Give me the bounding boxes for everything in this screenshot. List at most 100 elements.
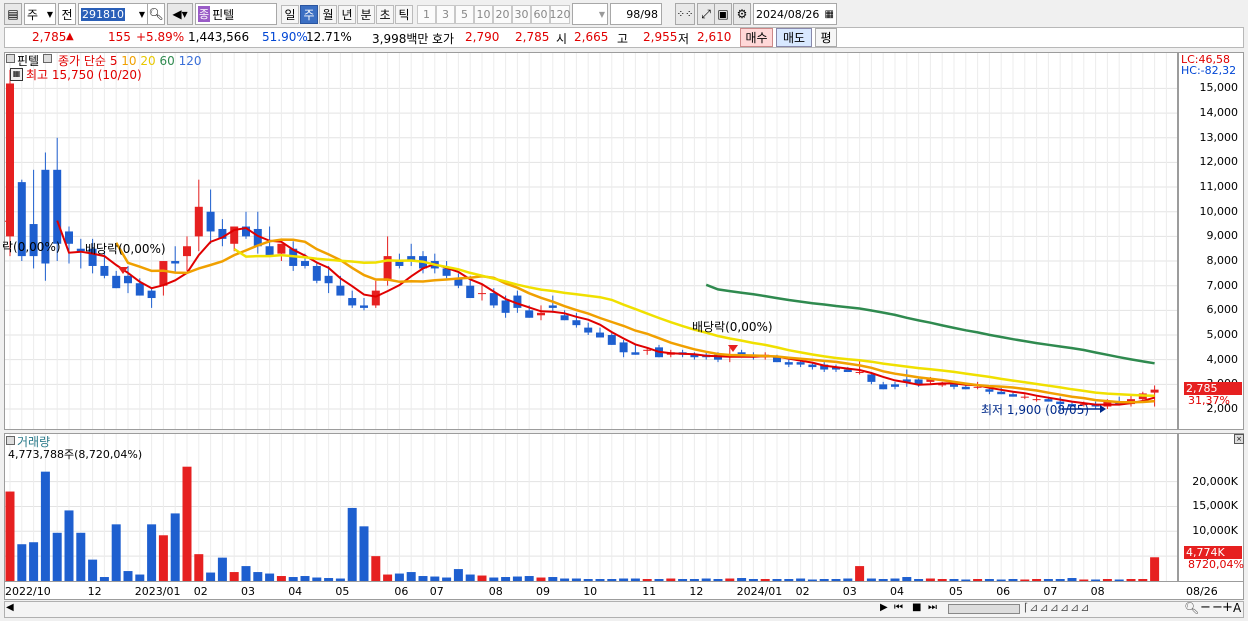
x-axis-label: 12 <box>87 585 102 598</box>
price-y-tick: 5,000 <box>1206 328 1239 342</box>
x-axis-label: 03 <box>241 585 255 598</box>
volume-bar <box>772 579 782 581</box>
scroll-right-icon[interactable]: ▶ <box>880 602 888 613</box>
candle-body <box>631 352 640 355</box>
volume-bar <box>147 524 157 581</box>
candle-body <box>466 285 475 299</box>
volume-bar <box>229 572 239 581</box>
candle-body <box>560 315 569 321</box>
x-axis-label: 07 <box>429 585 444 598</box>
candle-body <box>124 275 132 284</box>
volume-bar <box>973 579 983 581</box>
volume-bar <box>123 571 133 581</box>
candle-body <box>147 290 156 299</box>
volume-bar <box>961 579 971 581</box>
volume-y-tick: 10,000K <box>1192 524 1238 538</box>
volume-bar <box>1055 579 1065 581</box>
volume-bar <box>335 578 345 581</box>
volume-value-note: 4,773,788주(8,720,04%) <box>8 448 143 461</box>
candle-body <box>324 275 333 284</box>
minus-icon[interactable]: − <box>1200 600 1211 615</box>
volume-bar <box>170 513 180 581</box>
volume-bar <box>725 578 735 581</box>
x-axis-label: 03 <box>842 585 857 598</box>
volume-bar <box>619 578 629 581</box>
price-y-tick: 11,000 <box>1199 180 1239 194</box>
volume-bar <box>501 577 511 581</box>
volume-bar <box>784 579 794 581</box>
price-y-tick: 10,000 <box>1199 204 1239 218</box>
x-axis-label: 08 <box>488 585 503 598</box>
candle-body <box>784 362 793 365</box>
volume-bar <box>878 579 888 581</box>
volume-bar <box>76 532 86 581</box>
candle-body <box>537 312 545 316</box>
volume-bar <box>607 579 617 581</box>
volume-bar <box>949 579 959 581</box>
calendar-toggle-icon[interactable]: ▦ <box>10 68 23 81</box>
volume-bar <box>17 544 27 581</box>
candle-body <box>973 386 982 388</box>
volume-bar <box>701 578 711 581</box>
candles <box>6 69 1159 412</box>
panel-collapse-icon[interactable] <box>6 54 15 63</box>
price-y-tick: 13,000 <box>1199 130 1239 144</box>
candle-body <box>1020 396 1029 398</box>
volume-bar <box>406 572 416 581</box>
ma-settings-icon[interactable] <box>43 54 52 63</box>
x-axis-label: 10 <box>583 585 598 598</box>
x-axis-label: 12 <box>689 585 704 598</box>
volume-bar <box>465 574 475 581</box>
volume-bar <box>737 578 747 581</box>
volume-bar <box>135 574 145 581</box>
volume-bar <box>890 578 900 581</box>
font-size-icon[interactable]: A <box>1233 601 1241 615</box>
candle-body <box>135 283 144 296</box>
volume-bar <box>866 578 876 581</box>
volume-bar <box>194 554 204 581</box>
x-axis-label: 02 <box>795 585 810 598</box>
stop-icon[interactable]: ■ <box>912 602 921 613</box>
volume-bar <box>1043 579 1053 581</box>
candle-body <box>159 261 168 286</box>
volume-bars <box>5 466 1160 581</box>
volume-bar <box>1150 557 1160 581</box>
volume-bar <box>241 566 251 581</box>
volume-bar <box>1138 579 1148 581</box>
volume-collapse-icon[interactable] <box>6 436 15 445</box>
volume-bar <box>347 507 357 581</box>
candle-body <box>548 305 557 308</box>
volume-bar <box>1114 579 1124 581</box>
forward-icon[interactable]: ⏭ <box>928 602 937 613</box>
volume-bar <box>689 579 699 581</box>
volume-bar <box>855 566 865 581</box>
volume-bar <box>571 578 581 581</box>
candle-body <box>879 384 888 390</box>
candle-body <box>891 384 899 387</box>
plus-icon[interactable]: + <box>1222 600 1233 615</box>
candle-body <box>489 293 498 306</box>
x-axis-label: 02 <box>193 585 208 598</box>
volume-bar <box>548 577 558 581</box>
zoom-slider[interactable] <box>948 604 1020 614</box>
volume-bar <box>595 579 605 581</box>
candle-body <box>312 265 321 281</box>
price-y-tick: 4,000 <box>1206 352 1239 366</box>
candle-body <box>53 169 62 244</box>
low-note: 최저 1,900 (08/05) <box>981 403 1090 417</box>
scroll-left-icon[interactable]: ◀ <box>6 602 14 613</box>
x-axis-label: 04 <box>288 585 303 598</box>
volume-bar <box>819 579 829 581</box>
volume-bar <box>760 579 770 581</box>
volume-bar <box>253 572 263 581</box>
close-icon[interactable]: × <box>1234 434 1244 444</box>
candle-body <box>348 298 357 306</box>
volume-pct: 8720,04% <box>1188 558 1244 571</box>
candle-body <box>619 342 628 353</box>
zoom-out-icon[interactable]: 🔍︎ <box>1184 601 1199 615</box>
volume-bar <box>158 535 168 581</box>
hc-value: HC:-82,32 <box>1181 64 1237 77</box>
candle-body <box>100 265 109 276</box>
drawing-tools-icon[interactable]: ⌈⊿⊿⊿⊿⊿⊿ <box>1024 601 1091 614</box>
rewind-icon[interactable]: ⏮ <box>894 602 903 613</box>
